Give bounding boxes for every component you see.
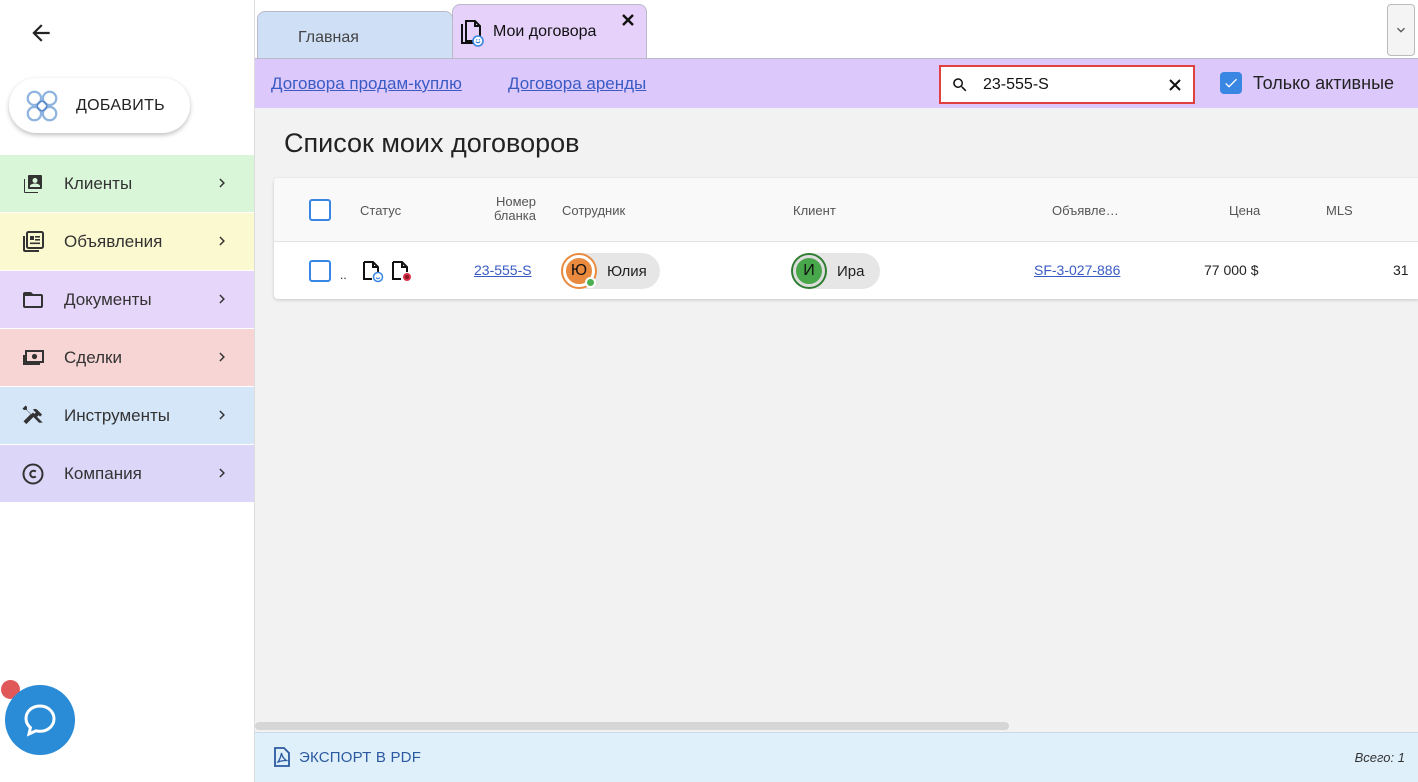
checkmark-icon bbox=[1225, 78, 1237, 88]
contract-document-icon bbox=[461, 20, 484, 47]
sidebar-item-label: Компания bbox=[64, 463, 142, 483]
chevron-down-icon bbox=[1397, 27, 1405, 33]
header-form-number-line2: бланка bbox=[493, 208, 536, 223]
tab-my-contracts-label: Мои договора bbox=[493, 23, 597, 40]
header-price[interactable]: Цена bbox=[1229, 203, 1260, 218]
sidebar-item-label: Сделки bbox=[64, 347, 122, 367]
avatar: Ю bbox=[563, 255, 596, 288]
chevron-right-icon bbox=[219, 236, 225, 246]
online-status-dot bbox=[585, 277, 596, 288]
chevron-right-icon bbox=[219, 294, 225, 304]
sidebar-item-label: Клиенты bbox=[64, 173, 133, 193]
add-logo-icon bbox=[26, 90, 58, 121]
link-rent-contracts[interactable]: Договора аренды bbox=[508, 74, 646, 94]
form-number-link[interactable]: 23-555-S bbox=[474, 262, 532, 278]
export-pdf-label: ЭКСПОРТ В PDF bbox=[299, 748, 422, 766]
price-value: 77 000 $ bbox=[1204, 262, 1259, 278]
footer-bar: ЭКСПОРТ В PDF Всего: 1 bbox=[255, 732, 1418, 782]
listing-icon bbox=[20, 229, 46, 255]
export-pdf-button[interactable]: ЭКСПОРТ В PDF bbox=[273, 747, 421, 767]
money-icon bbox=[20, 345, 46, 371]
search-input[interactable] bbox=[983, 73, 1153, 97]
header-listing[interactable]: Объявле… bbox=[1052, 203, 1119, 218]
header-mls[interactable]: MLS bbox=[1326, 203, 1353, 218]
search-box bbox=[939, 65, 1195, 104]
contracts-subbar: Договора продам-куплю Договора аренды То… bbox=[255, 58, 1418, 108]
tab-my-contracts[interactable]: Мои договора bbox=[452, 4, 647, 58]
status-more: .. bbox=[340, 268, 347, 282]
sidebar-item-label: Документы bbox=[64, 289, 152, 309]
horizontal-scrollbar[interactable] bbox=[255, 722, 1009, 730]
header-status[interactable]: Статус bbox=[360, 203, 401, 218]
header-employee[interactable]: Сотрудник bbox=[562, 203, 625, 218]
chat-button[interactable] bbox=[5, 685, 75, 755]
only-active-label: Только активные bbox=[1253, 72, 1395, 93]
chevron-right-icon bbox=[219, 410, 225, 420]
contract-status-rejected-icon bbox=[392, 261, 412, 282]
add-button-label: ДОБАВИТЬ bbox=[76, 96, 165, 114]
app-window: ДОБАВИТЬ Клиенты Объявления Документы Сд… bbox=[0, 0, 1418, 782]
select-all-checkbox[interactable] bbox=[309, 199, 331, 221]
close-icon[interactable] bbox=[621, 13, 635, 27]
chevron-right-icon bbox=[219, 178, 225, 188]
tools-icon bbox=[20, 403, 46, 429]
employee-name: Юлия bbox=[607, 262, 647, 280]
sidebar-item-listings[interactable]: Объявления bbox=[0, 213, 254, 270]
header-form-number[interactable]: Номер бланка bbox=[484, 195, 536, 223]
total-count: Всего: 1 bbox=[1354, 750, 1405, 765]
sidebar-item-tools[interactable]: Инструменты bbox=[0, 387, 254, 444]
chevron-right-icon bbox=[219, 468, 225, 478]
sidebar-item-deals[interactable]: Сделки bbox=[0, 329, 254, 386]
sidebar-item-clients[interactable]: Клиенты bbox=[0, 155, 254, 212]
page-title: Список моих договоров bbox=[284, 128, 580, 158]
chevron-right-icon bbox=[219, 352, 225, 362]
client-initial: И bbox=[803, 262, 815, 279]
table-header: Статус Номер бланка Сотрудник Клиент Объ… bbox=[274, 178, 1418, 242]
chat-bubble-icon bbox=[24, 704, 56, 737]
only-active-toggle[interactable]: Только активные bbox=[1220, 72, 1394, 94]
arrow-left-icon bbox=[32, 24, 50, 42]
pdf-icon bbox=[274, 747, 290, 767]
add-button[interactable]: ДОБАВИТЬ bbox=[9, 78, 190, 133]
listing-link[interactable]: SF-3-027-886 bbox=[1034, 262, 1120, 278]
clear-search-icon[interactable] bbox=[1168, 78, 1182, 92]
sidebar-item-label: Объявления bbox=[64, 231, 163, 251]
tab-home[interactable]: Главная bbox=[257, 11, 453, 58]
sidebar: ДОБАВИТЬ Клиенты Объявления Документы Сд… bbox=[0, 0, 254, 782]
copyright-icon bbox=[20, 461, 46, 487]
folder-icon bbox=[20, 287, 46, 313]
link-sale-contracts[interactable]: Договора продам-куплю bbox=[271, 74, 462, 94]
tabs-dropdown-button[interactable] bbox=[1387, 4, 1415, 56]
only-active-checkbox[interactable] bbox=[1220, 72, 1242, 94]
employee-chip[interactable]: Ю Юлия bbox=[561, 253, 660, 289]
sidebar-item-label: Инструменты bbox=[64, 405, 171, 425]
client-chip[interactable]: И Ира bbox=[791, 253, 880, 289]
header-form-number-line1: Номер bbox=[495, 194, 536, 209]
sidebar-item-company[interactable]: Компания bbox=[0, 445, 254, 502]
sidebar-nav: Клиенты Объявления Документы Сделки Инст… bbox=[0, 155, 254, 503]
client-name: Ира bbox=[837, 262, 865, 280]
employee-initial: Ю bbox=[570, 262, 588, 279]
tab-bar: Главная Мои договора bbox=[255, 0, 1418, 58]
row-checkbox[interactable] bbox=[309, 260, 331, 282]
contact-card-icon bbox=[20, 171, 46, 197]
truncated-column-value: 31 bbox=[1393, 262, 1409, 278]
avatar: И bbox=[793, 255, 825, 287]
contract-status-signed-icon bbox=[363, 261, 384, 283]
back-button[interactable] bbox=[26, 18, 56, 48]
contracts-table: Статус Номер бланка Сотрудник Клиент Объ… bbox=[274, 178, 1418, 299]
sidebar-item-documents[interactable]: Документы bbox=[0, 271, 254, 328]
main-area: Главная Мои договора Договора продам-куп… bbox=[254, 0, 1418, 782]
search-icon bbox=[953, 78, 967, 92]
tab-home-label: Главная bbox=[298, 29, 359, 46]
header-client[interactable]: Клиент bbox=[793, 203, 836, 218]
table-row[interactable]: .. 23-555-S Ю Юлия И Ира SF-3-027-886 77… bbox=[274, 243, 1418, 299]
